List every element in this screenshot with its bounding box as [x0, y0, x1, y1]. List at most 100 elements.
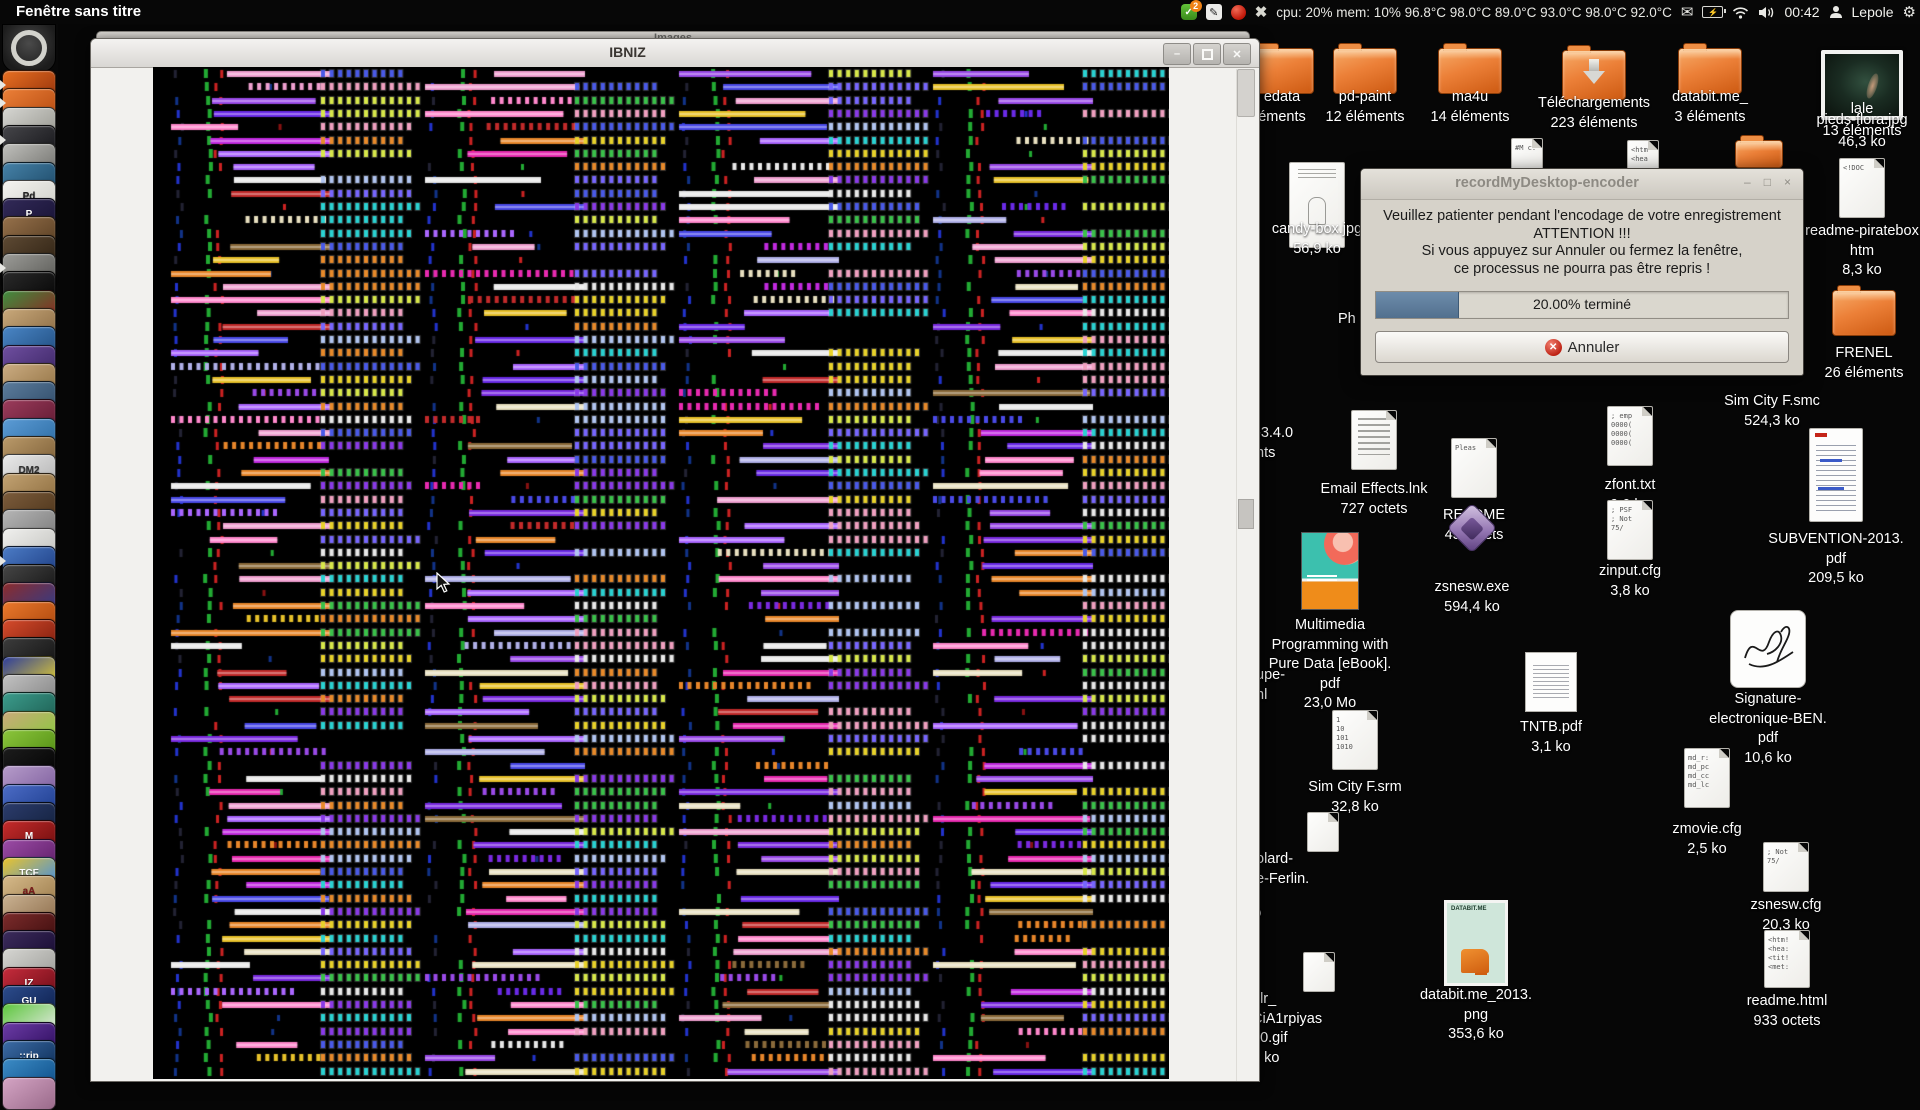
icon-label: blr_: [1252, 990, 1382, 1010]
desktop-icon-file-multimedia-pd[interactable]: MultimediaProgramming withPure Data [eBo…: [1250, 532, 1410, 610]
running-indicator-arrow: [0, 135, 6, 145]
icon-label: 3,1 ko: [1471, 738, 1631, 758]
desktop-icon-file-simcity-srm[interactable]: 1101011010Sim City F.srm32,8 ko: [1275, 710, 1435, 770]
cross-tray-icon[interactable]: ✖: [1255, 3, 1268, 21]
icon-label: zfont.txt: [1550, 476, 1710, 496]
icon-label: readme.html: [1707, 992, 1867, 1012]
ebook-cover-thumbnail: [1301, 532, 1359, 610]
desktop-icon-file-gif-sliver[interactable]: [1254, 952, 1384, 992]
icon-label: e-Ferlin.: [1256, 870, 1386, 890]
dialog-minimize-icon[interactable]: –: [1744, 175, 1751, 189]
icon-label: zsnesw.exe: [1392, 578, 1552, 598]
desktop-icon-file-subvention[interactable]: SUBVENTION-2013.pdf209,5 ko: [1756, 428, 1916, 522]
dialog-titlebar[interactable]: recordMyDesktop-encoder –□ ×: [1361, 169, 1803, 200]
minimize-button[interactable]: –: [1163, 43, 1191, 65]
desktop-icon-file-readme-html[interactable]: <htm!<hea:<tit!<met:readme.html933 octet…: [1707, 930, 1867, 988]
ibniz-titlebar[interactable]: IBNIZ – ✕: [91, 39, 1259, 68]
close-button[interactable]: ✕: [1223, 43, 1251, 65]
icon-label: Sim City F.srm: [1275, 778, 1435, 798]
cancel-button[interactable]: ✕ Annuler: [1375, 331, 1789, 363]
top-panel: Fenêtre sans titre ✓ 2 ✎ ✖ cpu: 20% mem:…: [0, 0, 1920, 24]
dialog-window-controls: –□ ×: [1744, 175, 1791, 189]
user-name[interactable]: Lepole: [1852, 4, 1894, 20]
icon-label: hl: [1256, 686, 1386, 706]
gear-icon[interactable]: ⚙: [1903, 3, 1916, 21]
recordmydesktop-encoder-dialog: recordMyDesktop-encoder –□ × Veuillez pat…: [1360, 168, 1804, 376]
mail-icon[interactable]: ✉: [1681, 3, 1694, 21]
icon-label: olard-: [1256, 850, 1386, 870]
volume-icon[interactable]: [1758, 6, 1775, 19]
icon-label: CiA1rpiyas: [1252, 1010, 1382, 1030]
edit-note-icon[interactable]: ✎: [1206, 4, 1222, 20]
desktop-icon-file-zinput[interactable]: ; PSF; Not75/zinput.cfg3,8 ko: [1550, 500, 1710, 560]
folder-icon: [1832, 290, 1896, 336]
cancel-icon: ✕: [1545, 339, 1562, 356]
dialog-message-line: ATTENTION !!!: [1371, 226, 1793, 244]
icon-label: zmovie.cfg: [1627, 820, 1787, 840]
notification-badge: 2: [1190, 0, 1202, 12]
desktop-icon-photo-pieds-flora[interactable]: lalepieds-flora.jpg13 éléments46,3 ko: [1782, 50, 1920, 120]
icon-label: 26 éléments: [1784, 364, 1920, 384]
document-icon: [1307, 812, 1339, 852]
ibniz-window: IBNIZ – ✕: [90, 38, 1260, 1082]
desktop-icon-file-olard-sliver[interactable]: [1258, 812, 1388, 852]
icon-label: SUBVENTION-2013.: [1756, 530, 1916, 550]
document-icon: [1303, 952, 1335, 992]
icon-label: Programming with: [1250, 636, 1410, 656]
battery-icon[interactable]: ⚡: [1702, 6, 1723, 18]
ibniz-window-title: IBNIZ: [91, 44, 1164, 60]
ibniz-visualization-canvas[interactable]: [153, 67, 1169, 1079]
dock-item-cd-pink[interactable]: [2, 1077, 56, 1110]
desktop-icon-file-zfont[interactable]: ; emp0000(0000(0000(zfont.txt9,0 ko: [1550, 406, 1710, 466]
record-indicator-icon[interactable]: [1231, 5, 1246, 20]
desktop-icon-file-tntb[interactable]: TNTB.pdf3,1 ko: [1471, 652, 1631, 712]
system-monitor-text: cpu: 20% mem: 10% 96.8°C 98.0°C 89.0°C 9…: [1276, 5, 1672, 20]
desktop-icon-folder-databit-me[interactable]: databit.me_3 éléments: [1630, 48, 1790, 94]
wifi-icon[interactable]: [1732, 6, 1749, 19]
icon-label: pdf: [1688, 729, 1848, 749]
icon-label: 3,8 ko: [1550, 582, 1710, 602]
desktop-icon-folder-frenel[interactable]: FRENEL26 éléments: [1784, 290, 1920, 336]
icon-label: 594,4 ko: [1392, 598, 1552, 618]
folder-icon: [1735, 140, 1783, 168]
document-icon: ; emp0000(0000(0000(: [1607, 406, 1653, 466]
scrollbar-thumb[interactable]: [1237, 69, 1255, 117]
dialog-title: recordMyDesktop-encoder: [1361, 175, 1733, 191]
document-icon: <htm!<hea:<tit!<met:: [1764, 930, 1810, 988]
desktop-icon-file-signature[interactable]: Signature-electronique-BEN.pdf10,6 ko: [1688, 610, 1848, 688]
folder-icon: [1562, 50, 1626, 100]
icon-label: zinput.cfg: [1550, 562, 1710, 582]
dialog-maximize-icon[interactable]: □: [1764, 175, 1771, 189]
desktop-icon-file-readme[interactable]: PleasREADME45 octets: [1394, 438, 1554, 498]
chat-indicator-icon[interactable]: ✓ 2: [1181, 4, 1197, 20]
dialog-message: Veuillez patienter pendant l'encodage de…: [1361, 200, 1803, 278]
cancel-label: Annuler: [1568, 339, 1620, 356]
maximize-button[interactable]: [1193, 43, 1221, 65]
dialog-message-line: ce processus ne pourra pas être repris !: [1371, 261, 1793, 279]
dialog-message-line: Veuillez patienter pendant l'encodage de…: [1371, 208, 1793, 226]
scrollbar-track: [1236, 69, 1237, 1081]
running-indicator-arrow: [0, 263, 6, 273]
dialog-close-icon[interactable]: ×: [1784, 175, 1791, 189]
poster-thumbnail: DATABIT.ME: [1444, 900, 1508, 986]
scrollbar-block[interactable]: [1238, 499, 1254, 529]
document-icon: Pleas: [1451, 438, 1497, 498]
clock[interactable]: 00:42: [1784, 4, 1819, 20]
desktop-icon-file-zsnesw-cfg[interactable]: ; Not75/zsnesw.cfg20,3 ko: [1706, 842, 1866, 892]
desktop-icon-file-zmovie[interactable]: md_r:md_pcmd_ccmd_lczmovie.cfg2,5 ko: [1627, 748, 1787, 808]
icon-label: pdf: [1756, 550, 1916, 570]
encode-progress-bar: 20.00% terminé: [1375, 291, 1789, 319]
mouse-cursor: [436, 572, 452, 599]
document-icon: <!DOC: [1839, 158, 1885, 218]
icon-label: TNTB.pdf: [1471, 718, 1631, 738]
download-arrow-icon: [1583, 59, 1605, 84]
icon-label: databit.me_: [1630, 88, 1790, 108]
desktop-icon-file-zsnesw-exe[interactable]: zsnesw.exe594,4 ko: [1392, 502, 1552, 554]
document-icon: ; Not75/: [1763, 842, 1809, 892]
icon-label: 3 éléments: [1630, 108, 1790, 128]
desktop-icon-file-databit-png[interactable]: DATABIT.MEdatabit.me_2013.png353,6 ko: [1396, 900, 1556, 986]
document-icon: ; PSF; Not75/: [1607, 500, 1653, 560]
icon-label: Multimedia: [1250, 616, 1410, 636]
icon-label: 933 octets: [1707, 1012, 1867, 1032]
dock-item-ubuntu-launcher[interactable]: [2, 24, 56, 72]
